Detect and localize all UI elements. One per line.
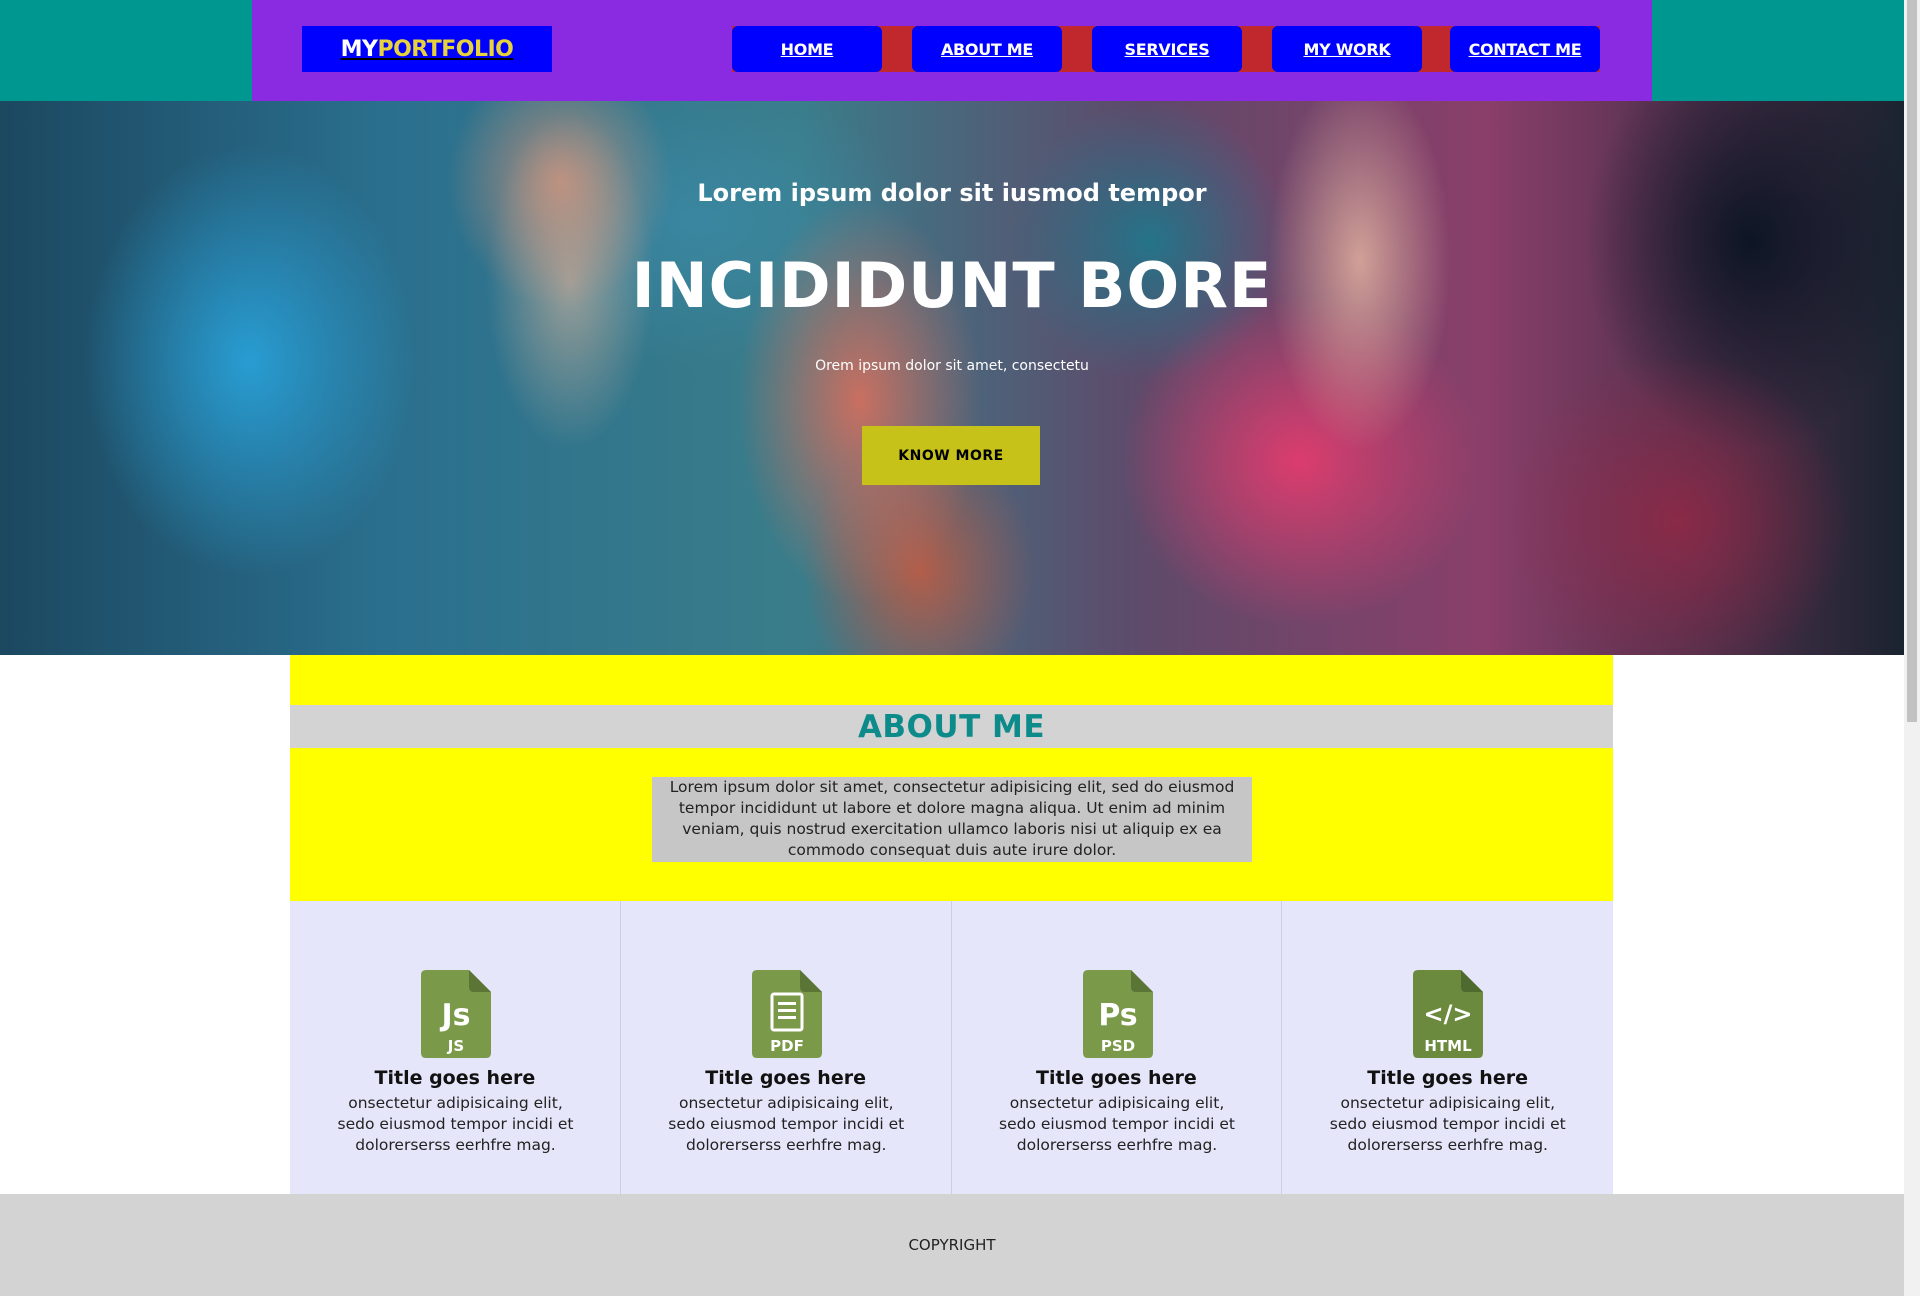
svg-text:Ps: Ps xyxy=(1098,998,1137,1033)
service-description: onsectetur adipisicaing elit, sedo eiusm… xyxy=(668,1094,905,1154)
service-card: Ps PSD Title goes here onsectetur adipis… xyxy=(952,901,1283,1194)
service-description: onsectetur adipisicaing elit, sedo eiusm… xyxy=(337,1094,574,1154)
hero-title: INCIDIDUNT BORE xyxy=(631,249,1273,322)
svg-text:PSD: PSD xyxy=(1100,1037,1134,1055)
svg-text:JS: JS xyxy=(447,1037,464,1055)
service-title: Title goes here xyxy=(705,1067,866,1089)
page-scrollbar[interactable] xyxy=(1904,0,1920,1296)
nav-about-me[interactable]: ABOUT ME xyxy=(912,26,1062,72)
know-more-button[interactable]: KNOW MORE xyxy=(862,426,1040,485)
logo[interactable]: MY PORTFOLIO xyxy=(302,26,552,72)
main-nav: HOME ABOUT ME SERVICES MY WORK CONTACT M… xyxy=(732,26,1600,72)
svg-text:</>: </> xyxy=(1424,1000,1473,1028)
copyright-text: COPYRIGHT xyxy=(908,1236,996,1254)
psd-file-icon: Ps PSD xyxy=(1082,970,1153,1058)
service-card: PDF Title goes here onsectetur adipisica… xyxy=(621,901,952,1194)
service-description: onsectetur adipisicaing elit, sedo eiusm… xyxy=(1329,1094,1566,1154)
about-heading: ABOUT ME xyxy=(857,708,1046,745)
scrollbar-thumb[interactable] xyxy=(1907,0,1917,722)
about-body: Lorem ipsum dolor sit amet, consectetur … xyxy=(290,748,1613,901)
html-file-icon: </> HTML xyxy=(1413,970,1484,1058)
about-heading-bar: ABOUT ME xyxy=(290,705,1613,748)
service-title: Title goes here xyxy=(1036,1067,1197,1089)
service-card: Js JS Title goes here onsectetur adipisi… xyxy=(290,901,621,1194)
service-title: Title goes here xyxy=(374,1067,536,1089)
about-top-band xyxy=(290,655,1613,705)
js-file-icon: Js JS xyxy=(421,970,491,1058)
services-section: Js JS Title goes here onsectetur adipisi… xyxy=(290,901,1613,1194)
nav-services[interactable]: SERVICES xyxy=(1092,26,1242,72)
service-title: Title goes here xyxy=(1367,1067,1528,1089)
service-card: </> HTML Title goes here onsectetur adip… xyxy=(1282,901,1613,1194)
svg-text:HTML: HTML xyxy=(1425,1037,1473,1055)
hero-subtitle: Lorem ipsum dolor sit iusmod tempor xyxy=(697,179,1207,207)
hero-banner: Lorem ipsum dolor sit iusmod tempor INCI… xyxy=(0,101,1904,655)
svg-text:Js: Js xyxy=(439,998,470,1033)
nav-contact-me[interactable]: CONTACT ME xyxy=(1450,26,1600,72)
about-text: Lorem ipsum dolor sit amet, consectetur … xyxy=(652,777,1252,862)
logo-prefix: MY xyxy=(340,36,378,62)
hero-description: Orem ipsum dolor sit amet, consectetu xyxy=(815,358,1089,374)
nav-my-work[interactable]: MY WORK xyxy=(1272,26,1422,72)
nav-home[interactable]: HOME xyxy=(732,26,882,72)
pdf-file-icon: PDF xyxy=(751,970,822,1058)
site-footer: COPYRIGHT xyxy=(0,1194,1904,1296)
service-description: onsectetur adipisicaing elit, sedo eiusm… xyxy=(999,1094,1235,1154)
logo-suffix: PORTFOLIO xyxy=(377,36,514,62)
svg-text:PDF: PDF xyxy=(770,1037,804,1055)
site-header: MY PORTFOLIO HOME ABOUT ME SERVICES MY WO… xyxy=(252,0,1652,101)
